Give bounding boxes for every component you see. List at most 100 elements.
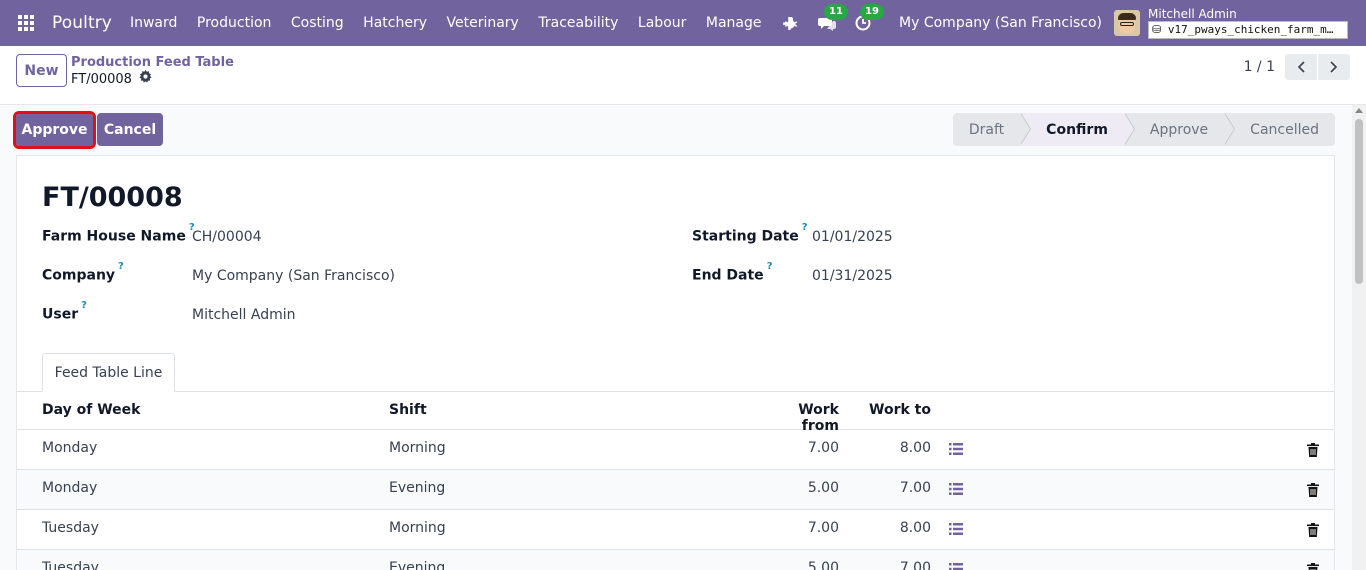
messages-icon[interactable]: 11 <box>817 4 848 33</box>
stage-approve[interactable]: Approve <box>1123 113 1236 146</box>
table-row[interactable]: Monday Morning 7.00 8.00 <box>17 430 1334 470</box>
breadcrumb-current-label: FT/00008 <box>71 71 132 87</box>
stage-confirm[interactable]: Confirm <box>1020 113 1135 146</box>
table-header: Day of Week Shift Work from Work to <box>17 392 1334 434</box>
column-header-day[interactable]: Day of Week <box>42 402 140 418</box>
new-button[interactable]: New <box>16 54 67 87</box>
cell-shift[interactable]: Morning <box>389 440 446 456</box>
tab-feed-table-line[interactable]: Feed Table Line <box>42 353 175 392</box>
list-details-icon[interactable] <box>949 563 963 570</box>
company-label: Company? <box>42 261 124 284</box>
stage-approve-label: Approve <box>1149 121 1209 138</box>
farm-house-value[interactable]: CH/00004 <box>192 229 262 245</box>
cell-shift[interactable]: Evening <box>389 480 445 496</box>
top-navbar: Poultry Inward Production Costing Hatche… <box>0 0 1366 46</box>
status-stages: Draft Confirm Approve Cancelled <box>952 113 1335 146</box>
menu-labour[interactable]: Labour <box>638 15 686 31</box>
cell-shift[interactable]: Evening <box>389 560 445 570</box>
table-row[interactable]: Tuesday Evening 5.00 7.00 <box>17 550 1334 570</box>
cell-work-from[interactable]: 5.00 <box>757 480 839 496</box>
table-row[interactable]: Monday Evening 5.00 7.00 <box>17 470 1334 510</box>
end-date-value[interactable]: 01/31/2025 <box>812 268 893 284</box>
user-name: Mitchell Admin <box>1148 7 1237 21</box>
user-avatar[interactable] <box>1114 10 1140 36</box>
cell-work-from[interactable]: 7.00 <box>757 520 839 536</box>
starting-date-value[interactable]: 01/01/2025 <box>812 229 893 245</box>
trash-icon[interactable] <box>1307 443 1319 457</box>
pager-previous-button[interactable] <box>1285 54 1317 80</box>
user-value[interactable]: Mitchell Admin <box>192 307 296 323</box>
app-brand[interactable]: Poultry <box>52 13 112 33</box>
cancel-button[interactable]: Cancel <box>97 113 163 146</box>
cell-day[interactable]: Monday <box>42 440 97 456</box>
cell-work-to[interactable]: 8.00 <box>859 440 931 456</box>
company-switcher[interactable]: My Company (San Francisco) <box>899 15 1102 31</box>
cell-work-to[interactable]: 7.00 <box>859 480 931 496</box>
cell-work-from[interactable]: 7.00 <box>757 440 839 456</box>
pager-value[interactable]: 1 / 1 <box>1244 59 1275 75</box>
record-title: FT/00008 <box>42 182 183 213</box>
stage-cancelled-label: Cancelled <box>1250 121 1319 138</box>
breadcrumb-parent-link[interactable]: Production Feed Table <box>71 55 234 70</box>
cell-day[interactable]: Tuesday <box>42 520 99 536</box>
breadcrumb: Production Feed Table FT/00008 <box>71 55 234 89</box>
list-details-icon[interactable] <box>949 443 963 455</box>
database-name: ⛁ v17_pways_chicken_farm_m… <box>1148 21 1348 39</box>
trash-icon[interactable] <box>1307 483 1319 497</box>
menu-inward[interactable]: Inward <box>130 15 177 31</box>
trash-icon[interactable] <box>1307 563 1319 570</box>
approve-button[interactable]: Approve <box>13 111 96 149</box>
column-header-work-to[interactable]: Work to <box>859 402 931 418</box>
list-details-icon[interactable] <box>949 523 963 535</box>
end-date-label: End Date? <box>692 261 773 284</box>
farm-house-field: Farm House Name? <box>42 222 195 245</box>
menu-production[interactable]: Production <box>197 15 271 31</box>
gear-icon[interactable] <box>139 70 152 89</box>
breadcrumb-current: FT/00008 <box>71 70 234 89</box>
user-label: User? <box>42 300 87 323</box>
company-value[interactable]: My Company (San Francisco) <box>192 268 395 284</box>
activities-clock-icon[interactable]: 19 <box>853 4 884 33</box>
user-menu[interactable]: Mitchell Admin ⛁ v17_pways_chicken_farm_… <box>1148 7 1348 39</box>
menu-traceability[interactable]: Traceability <box>538 15 618 31</box>
bug-icon[interactable] <box>781 13 801 33</box>
pager: 1 / 1 <box>1244 54 1350 80</box>
apps-menu-icon[interactable] <box>0 0 52 46</box>
company-field: Company? <box>42 261 124 284</box>
stage-draft[interactable]: Draft <box>952 113 1032 146</box>
trash-icon[interactable] <box>1307 523 1319 537</box>
cell-day[interactable]: Tuesday <box>42 560 99 570</box>
page-scrollbar[interactable] <box>1352 105 1366 570</box>
table-row[interactable]: Tuesday Morning 7.00 8.00 <box>17 510 1334 550</box>
cell-work-to[interactable]: 7.00 <box>859 560 931 570</box>
help-icon[interactable]: ? <box>802 222 808 233</box>
cell-work-to[interactable]: 8.00 <box>859 520 931 536</box>
cell-shift[interactable]: Morning <box>389 520 446 536</box>
help-icon[interactable]: ? <box>81 300 87 311</box>
help-icon[interactable]: ? <box>118 261 124 272</box>
starting-date-field: Starting Date? <box>692 222 808 245</box>
stage-cancelled[interactable]: Cancelled <box>1224 113 1335 146</box>
menu-hatchery[interactable]: Hatchery <box>363 15 427 31</box>
cell-day[interactable]: Monday <box>42 480 97 496</box>
database-icon: ⛁ <box>1152 23 1168 36</box>
menu-manage[interactable]: Manage <box>706 15 762 31</box>
menu-veterinary[interactable]: Veterinary <box>447 15 519 31</box>
feed-table-lines: Day of Week Shift Work from Work to Mond… <box>17 392 1334 570</box>
pager-next-button[interactable] <box>1318 54 1350 80</box>
menu-costing[interactable]: Costing <box>291 15 344 31</box>
scroll-up-arrow-icon[interactable] <box>1355 108 1363 113</box>
cell-work-from[interactable]: 5.00 <box>757 560 839 570</box>
end-date-field: End Date? <box>692 261 773 284</box>
column-header-shift[interactable]: Shift <box>389 402 427 418</box>
status-bar: Approve Cancel Draft Confirm Approve Can… <box>0 105 1352 155</box>
stage-confirm-label: Confirm <box>1046 121 1108 138</box>
chevron-right-icon <box>1330 61 1338 73</box>
scrollbar-thumb[interactable] <box>1355 119 1363 284</box>
list-details-icon[interactable] <box>949 483 963 495</box>
help-icon[interactable]: ? <box>767 261 773 272</box>
user-field: User? <box>42 300 87 323</box>
control-panel: New Production Feed Table FT/00008 1 / 1 <box>0 46 1366 105</box>
starting-date-label: Starting Date? <box>692 222 808 245</box>
database-name-text: v17_pways_chicken_farm_m… <box>1167 23 1334 36</box>
